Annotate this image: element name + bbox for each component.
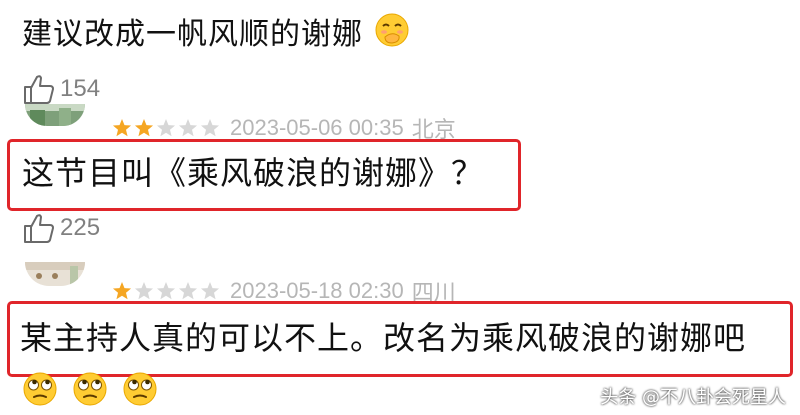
eye-roll-emoji <box>73 372 107 406</box>
watermark: 头条 @不八卦会死星人 <box>600 387 786 408</box>
like-button[interactable]: 154 <box>22 72 100 106</box>
like-button[interactable]: 225 <box>22 211 100 245</box>
star-empty-icon <box>178 282 198 300</box>
emoji-row <box>22 371 158 407</box>
eye-roll-emoji <box>123 372 157 406</box>
star-empty-icon <box>156 282 176 300</box>
review-text: 某主持人真的可以不上。改名为乘风破浪的谢娜吧 <box>20 319 747 357</box>
star-empty-icon <box>200 282 220 300</box>
star-filled-icon <box>112 119 132 137</box>
like-count: 154 <box>60 75 101 102</box>
star-rating <box>112 118 220 138</box>
like-count: 225 <box>60 214 101 241</box>
star-filled-icon <box>112 282 132 300</box>
comment-text: 建议改成一帆风顺的谢娜 <box>22 12 410 59</box>
avatar[interactable] <box>25 104 85 126</box>
review-text: 这节目叫《乘风破浪的谢娜》？ <box>22 154 485 192</box>
thumbs-up-icon <box>24 75 54 104</box>
eye-roll-emoji <box>23 372 57 406</box>
star-empty-icon <box>156 119 176 137</box>
star-empty-icon <box>200 119 220 137</box>
review-date: 2023-05-06 00:35 <box>230 115 404 140</box>
star-rating <box>112 281 220 301</box>
star-filled-icon <box>134 119 154 137</box>
star-empty-icon <box>134 282 154 300</box>
hand-over-mouth-emoji <box>374 12 410 59</box>
comment-text-label: 建议改成一帆风顺的谢娜 <box>22 17 363 52</box>
avatar[interactable] <box>25 262 85 286</box>
star-empty-icon <box>178 119 198 137</box>
thumbs-up-icon <box>24 214 54 243</box>
